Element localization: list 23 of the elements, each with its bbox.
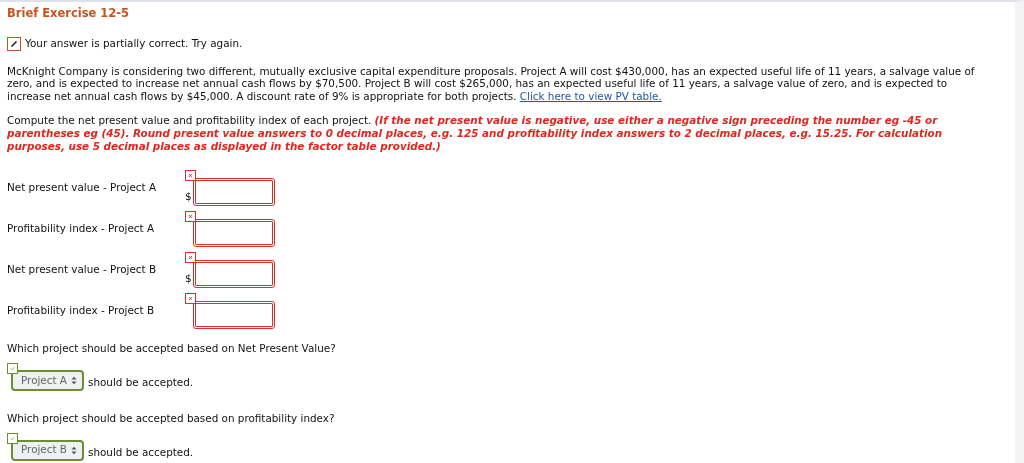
updown-arrow-icon [70,375,77,385]
field-label: Net present value - Project B [7,262,158,278]
input-field[interactable] [193,259,275,288]
input-field[interactable] [193,177,275,206]
instruction-text: Compute the net present value and profitability index of each project. (If the net present value is negative, use either a negative sign preceding the number eg -45 or parentheses eg (45). Round present value answers to 0 decimal places, e.g. 125 and profitability index answers to 2 decimal places, e.g. 15.25. For calculation purposes, use 5 decimal places as displayed in the factor table provided.) [7,114,944,154]
field-label: Profitability index - Project A [7,221,155,237]
field-label: Profitability index - Project B [7,303,155,319]
field-label: Net present value - Project A [7,180,158,196]
problem-text: McKnight Company is considering two different, mutually exclusive capital expenditure proposals. Project A will cost $430,000, has an expected useful life of 11 years, a salvage value of zero, and is expected to increase net annual cash flows by $70,500. Project B will cost $265,000, has an expected useful life of 11 years, a salvage value of zero, and is expected to increase net annual cash flows by $45,000. A discount rate of 9% is appropriate for both projects. Click here to view PV table. [7,64,976,103]
project-dropdown[interactable]: Project A [11,369,84,391]
question-text: Which project should be accepted based on Net Present Value? [7,341,337,357]
feedback-message: Your answer is partially correct. Try again. [25,36,243,52]
answer-suffix: should be accepted. [87,375,194,391]
pv-table-link[interactable]: Click here to view PV table. [519,89,662,102]
currency-sign: $ [185,189,192,205]
currency-sign: $ [185,271,192,287]
project-dropdown[interactable]: Project B [11,439,84,461]
question-text: Which project should be accepted based on profitability index? [7,410,336,426]
input-field[interactable] [193,300,275,329]
input-field[interactable] [193,218,275,247]
exercise-title: Brief Exercise 12-5 [7,5,131,22]
answer-suffix: should be accepted. [88,444,194,460]
updown-arrow-icon [71,445,77,455]
